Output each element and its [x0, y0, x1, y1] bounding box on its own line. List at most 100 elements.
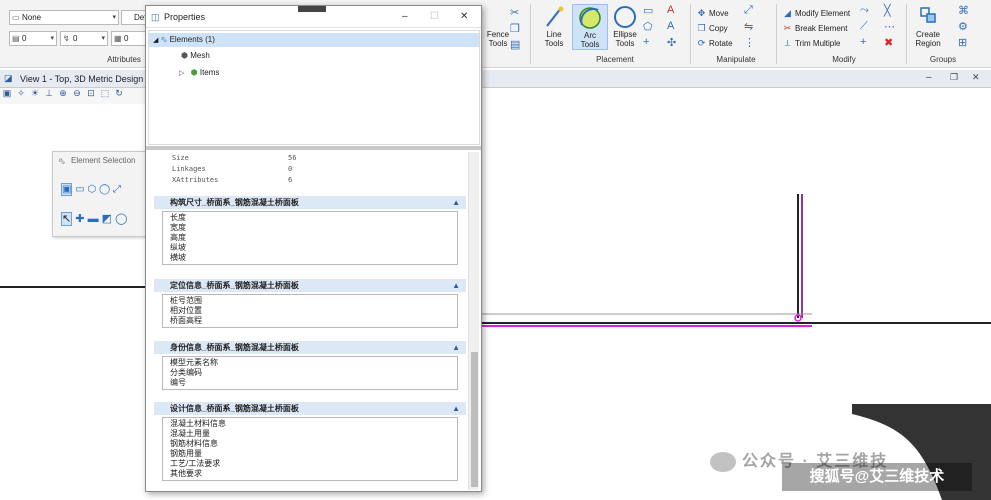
scale-icon[interactable]: ⤢: [744, 4, 753, 17]
close-icon[interactable]: ✕: [460, 6, 468, 28]
property-item[interactable]: 工艺/工法要求: [170, 459, 457, 469]
property-item[interactable]: 混凝土用量: [170, 429, 457, 439]
ungroup-icon[interactable]: ⚙: [958, 20, 968, 33]
view-attributes-icon[interactable]: ▣: [0, 88, 14, 99]
weight-dropdown[interactable]: ▤ 0 ▾: [9, 31, 57, 46]
section-header[interactable]: 设计信息_桥面系_钢筋混凝土桥面板 ▲: [154, 402, 466, 415]
scissors-icon[interactable]: ✂: [510, 6, 519, 19]
property-item[interactable]: 模型元素名称: [170, 358, 457, 368]
rotate-view-icon[interactable]: ↻: [112, 88, 126, 99]
property-item[interactable]: 桥面高程: [170, 316, 457, 326]
expand-icon[interactable]: ▷: [179, 70, 184, 77]
element-selection-titlebar[interactable]: ⬁ Element Selection: [53, 152, 147, 170]
modify-element-button[interactable]: ◢ Modify Element: [782, 7, 850, 20]
zoom-in-icon[interactable]: ⊕: [56, 88, 70, 99]
block-select-icon[interactable]: ▭: [75, 184, 84, 195]
property-item[interactable]: 长度: [170, 213, 457, 223]
restore-icon[interactable]: ❐: [950, 72, 958, 83]
style-dropdown[interactable]: ↯ 0 ▾: [60, 31, 108, 46]
arc-tools-button[interactable]: Arc Tools: [572, 4, 608, 50]
collapse-icon[interactable]: ◢: [153, 37, 158, 44]
clip-icon[interactable]: ⊥: [42, 88, 56, 99]
property-item[interactable]: 编号: [170, 378, 457, 388]
property-item[interactable]: 钢筋用量: [170, 449, 457, 459]
copy-icon[interactable]: ❐: [510, 22, 520, 35]
polygon-icon[interactable]: ⬠: [643, 20, 653, 33]
line-tools-button[interactable]: Line Tools: [536, 4, 572, 50]
fillet-icon[interactable]: ⤳: [860, 4, 869, 17]
circle-select-icon[interactable]: ◯: [99, 184, 110, 195]
text-edit-icon[interactable]: A: [667, 20, 674, 32]
property-item[interactable]: 桩号范围: [170, 296, 457, 306]
copy-button[interactable]: ❐ Copy: [696, 22, 727, 35]
chevron-up-icon[interactable]: ▲: [452, 402, 460, 415]
drag-handle[interactable]: [298, 6, 326, 12]
create-region-button[interactable]: Create Region: [910, 4, 946, 50]
trim-multiple-button[interactable]: ⟂ Trim Multiple: [782, 37, 840, 50]
rectangle-icon[interactable]: ▭: [643, 4, 653, 17]
scrollbar-thumb[interactable]: [471, 352, 478, 487]
move-button[interactable]: ✥ Move: [696, 7, 729, 20]
shape-select-icon[interactable]: ⬡: [87, 184, 96, 195]
maximize-icon[interactable]: ☐: [430, 6, 439, 28]
color-dropdown[interactable]: ▦ 0: [111, 31, 147, 46]
break-element-button[interactable]: ✂ Break Element: [782, 22, 848, 35]
section-header[interactable]: 定位信息_桥面系_钢筋混凝土桥面板 ▲: [154, 279, 466, 292]
level-dropdown[interactable]: ▭ None ▾: [9, 10, 119, 25]
property-item[interactable]: 分类编码: [170, 368, 457, 378]
property-item[interactable]: 其他要求: [170, 469, 457, 479]
element-selection-dialog[interactable]: ⬁ Element Selection ▣ ▭ ⬡ ◯ ⤢ ↖ ✚ ▬ ◩ ◯: [52, 151, 148, 237]
properties-dialog[interactable]: ◫ Properties – ☐ ✕ ◢ ⬁ Elements (1) ⬢ Me…: [145, 5, 482, 492]
chevron-up-icon[interactable]: ▲: [452, 279, 460, 292]
property-item[interactable]: 横坡: [170, 253, 457, 263]
display-style-icon[interactable]: ✧: [14, 88, 28, 99]
minimize-icon[interactable]: –: [926, 72, 932, 83]
section-header[interactable]: 构筑尺寸_桥面系_钢筋混凝土桥面板 ▲: [154, 196, 466, 209]
delete-icon[interactable]: ✖: [884, 36, 893, 49]
subtract-selection-icon[interactable]: ▬: [88, 213, 99, 225]
section-header[interactable]: 身份信息_桥面系_钢筋混凝土桥面板 ▲: [154, 341, 466, 354]
invert-selection-icon[interactable]: ◩: [102, 213, 112, 225]
property-item[interactable]: 钢筋材料信息: [170, 439, 457, 449]
pane-splitter[interactable]: [146, 146, 481, 150]
mirror-icon[interactable]: ⇋: [744, 20, 753, 33]
property-item[interactable]: 纵坡: [170, 243, 457, 253]
graphic-group-icon[interactable]: ⊞: [958, 36, 967, 49]
rotate-button[interactable]: ⟳ Rotate: [696, 37, 733, 50]
clear-selection-icon[interactable]: ◯: [115, 213, 127, 225]
text-icon[interactable]: A: [667, 4, 674, 16]
property-item[interactable]: 相对位置: [170, 306, 457, 316]
properties-scrollbar[interactable]: [468, 152, 479, 490]
partial-delete-icon[interactable]: ⋯: [884, 20, 895, 33]
chevron-up-icon[interactable]: ▲: [452, 341, 460, 354]
window-area-icon[interactable]: ⬚: [98, 88, 112, 99]
tree-node-elements[interactable]: ◢ ⬁ Elements (1): [149, 33, 479, 47]
ellipse-tools-button[interactable]: Ellipse Tools: [607, 4, 643, 50]
close-icon[interactable]: ✕: [972, 72, 980, 83]
line-select-icon[interactable]: ⤢: [113, 184, 121, 195]
chamfer-icon[interactable]: ⟋: [860, 20, 868, 33]
chevron-up-icon[interactable]: ▲: [452, 196, 460, 209]
minimize-icon[interactable]: –: [402, 6, 408, 28]
property-item[interactable]: 混凝土材料信息: [170, 419, 457, 429]
paste-icon[interactable]: ▤: [510, 38, 520, 51]
lighting-icon[interactable]: ☀: [28, 88, 42, 99]
new-selection-icon[interactable]: ↖: [61, 212, 73, 226]
element-tree[interactable]: ◢ ⬁ Elements (1) ⬢ Mesh ▷ ⬢ Items: [148, 30, 480, 145]
extend-icon[interactable]: ╳: [884, 4, 891, 17]
vertex-icon[interactable]: +: [860, 36, 866, 48]
individual-select-icon[interactable]: ▣: [61, 183, 73, 196]
add-selection-icon[interactable]: ✚: [75, 213, 84, 225]
group-icon[interactable]: ⌘: [958, 4, 969, 17]
cell-icon[interactable]: ✣: [667, 36, 676, 49]
property-item[interactable]: 宽度: [170, 223, 457, 233]
property-item[interactable]: 高度: [170, 233, 457, 243]
zoom-out-icon[interactable]: ⊖: [70, 88, 84, 99]
tree-node-items[interactable]: ▷ ⬢ Items: [179, 66, 219, 80]
point-icon[interactable]: +: [643, 36, 649, 48]
default-dropdown[interactable]: Defau: [121, 10, 147, 25]
properties-pane[interactable]: Size 56 Linkages 0 XAttributes 6 构筑尺寸_桥面系_钢…: [148, 152, 466, 490]
fit-view-icon[interactable]: ⊡: [84, 88, 98, 99]
array-icon[interactable]: ⋮: [744, 36, 755, 49]
tree-node-mesh[interactable]: ⬢ Mesh: [181, 49, 210, 63]
